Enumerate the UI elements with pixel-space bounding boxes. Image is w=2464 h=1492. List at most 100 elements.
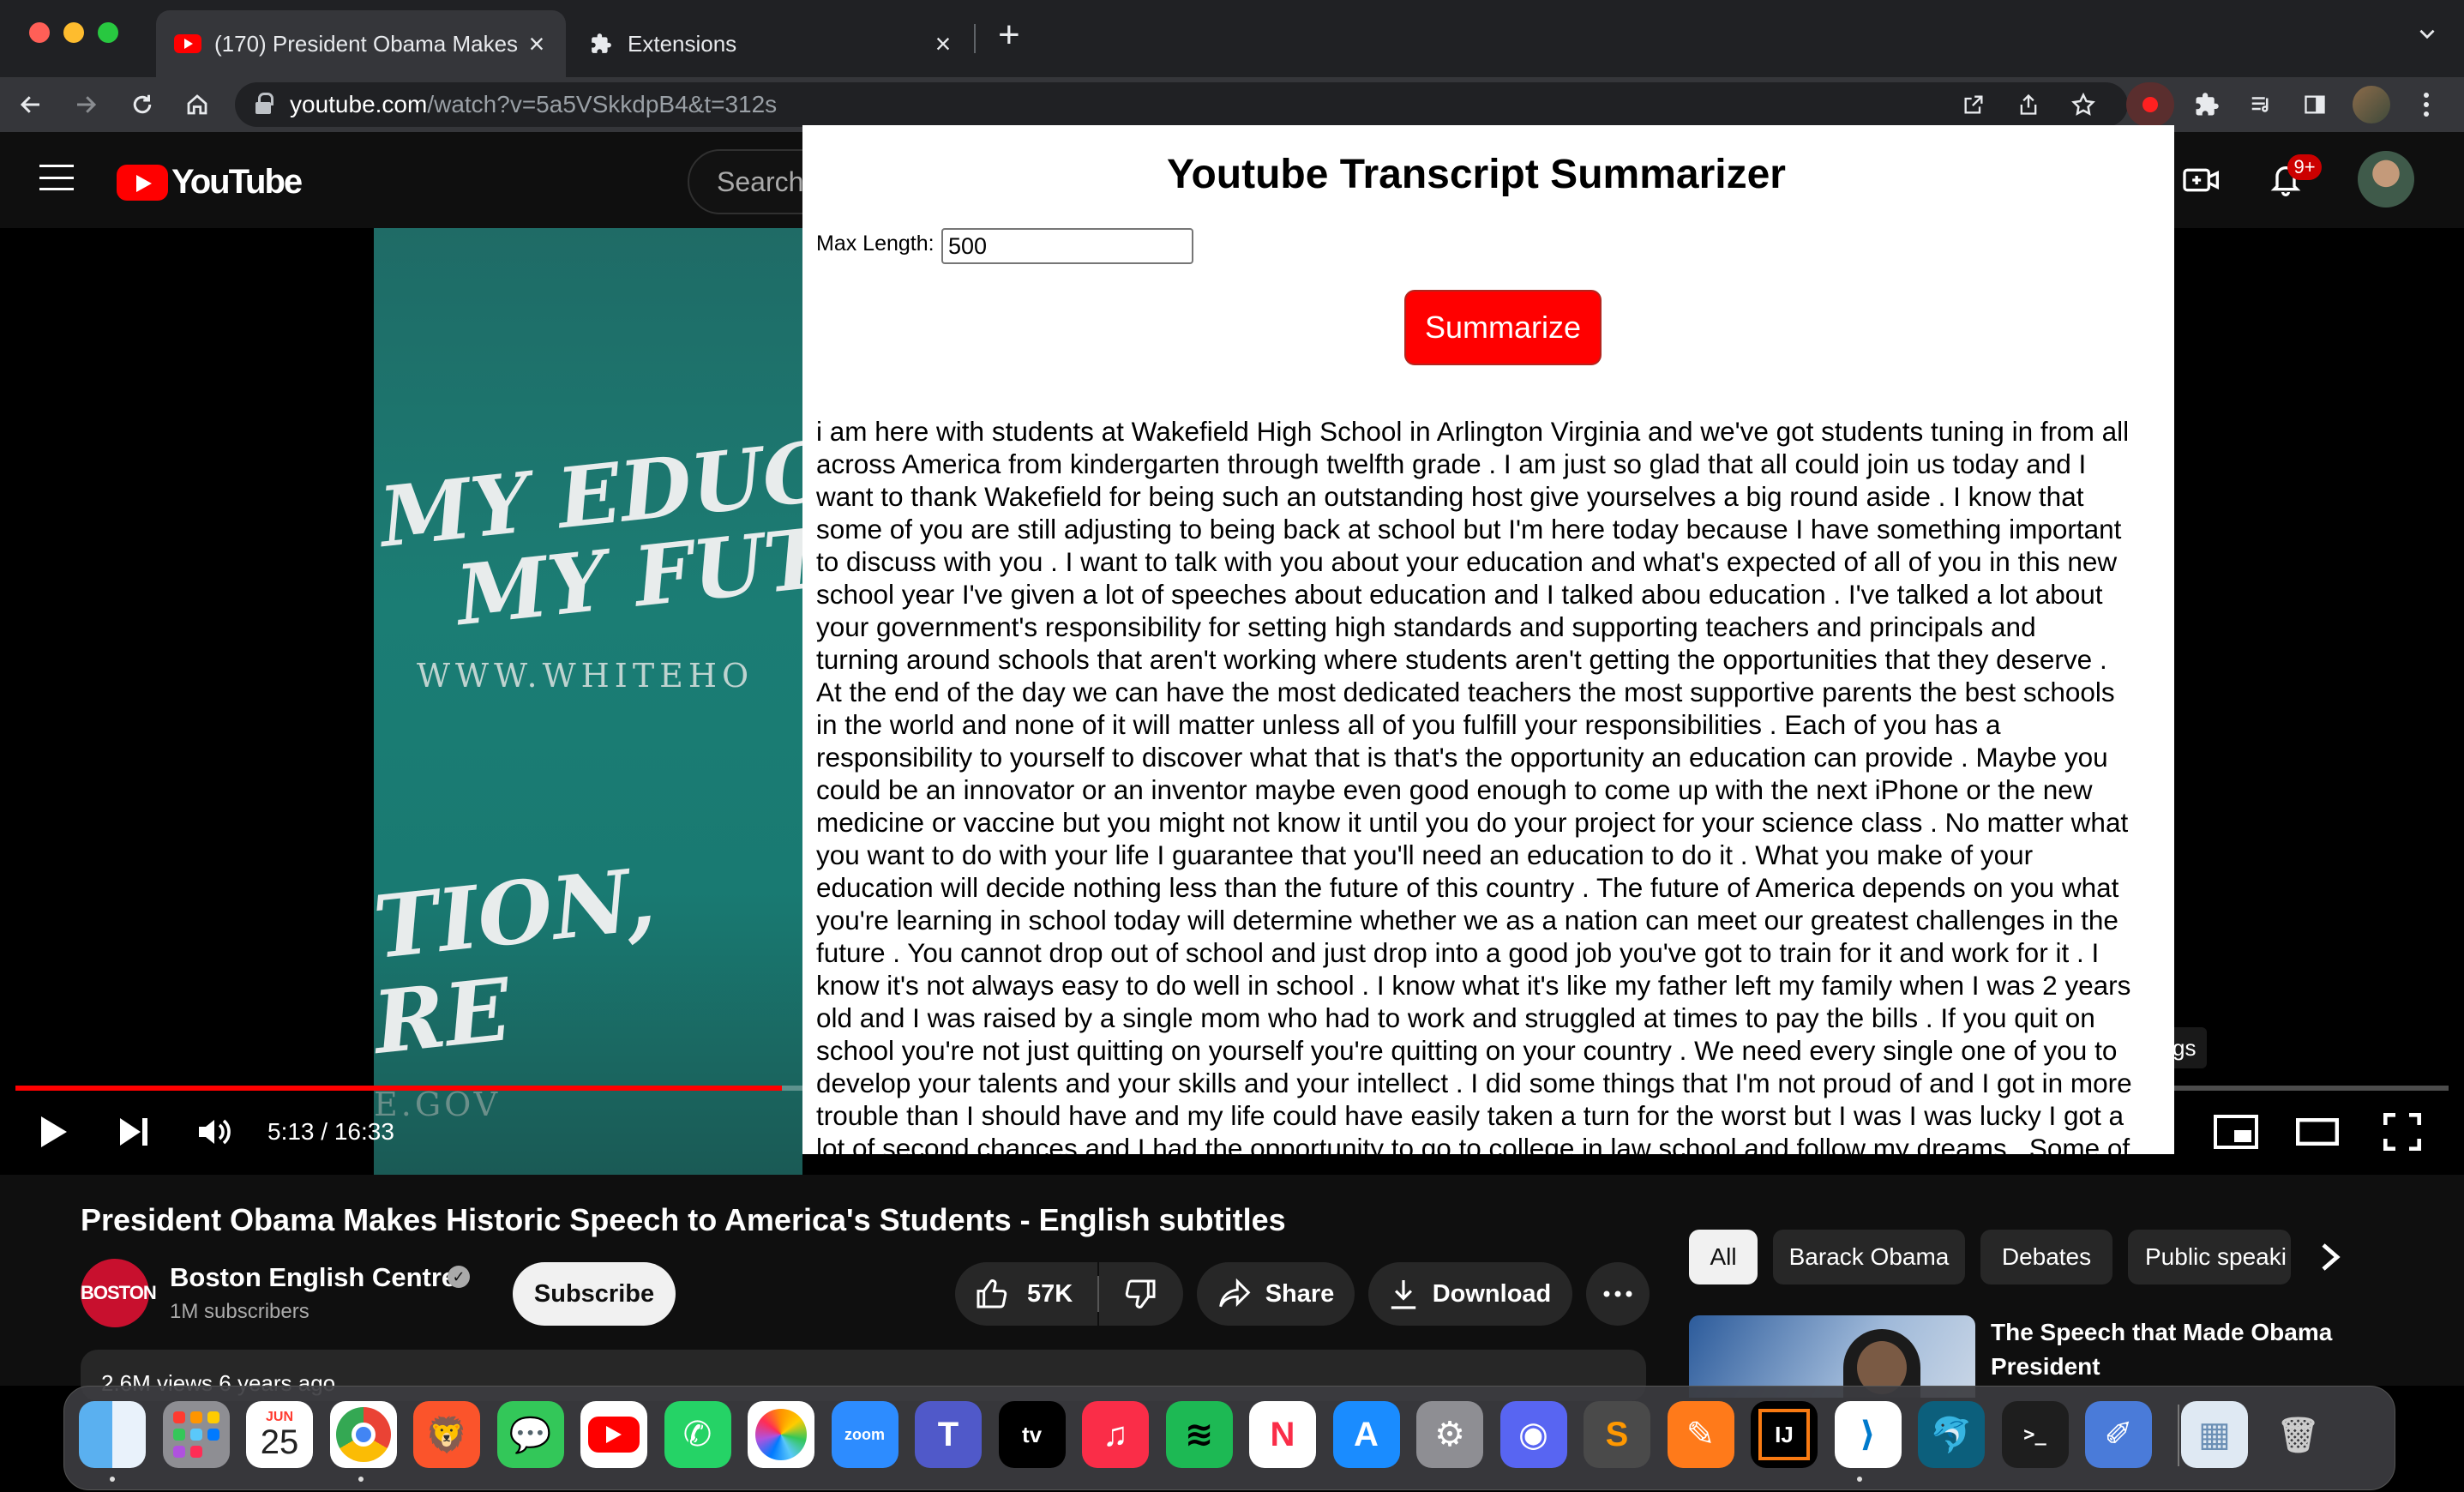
play-icon[interactable] — [38, 1115, 69, 1153]
open-in-app-icon[interactable] — [1948, 77, 1999, 132]
chip-public-speaking[interactable]: Public speaki — [2128, 1230, 2291, 1284]
share-icon[interactable] — [2003, 77, 2054, 132]
messages-icon[interactable]: 💬 — [496, 1401, 564, 1468]
sublime-icon[interactable]: S — [1584, 1401, 1650, 1468]
dislike-button[interactable] — [1099, 1262, 1183, 1326]
theater-mode-icon[interactable] — [2295, 1117, 2340, 1150]
terminal-icon[interactable]: >_ — [2001, 1401, 2069, 1468]
minimize-window-icon[interactable] — [63, 22, 84, 43]
side-panel-icon[interactable] — [2289, 77, 2341, 132]
download-label: Download — [1432, 1279, 1552, 1308]
trash-icon[interactable]: 🗑 — [2265, 1401, 2332, 1468]
photos-icon[interactable] — [748, 1401, 814, 1468]
youtube-logo[interactable]: YouTube — [117, 163, 303, 202]
preview-icon[interactable]: ▦ — [2181, 1401, 2248, 1468]
transcript-line: across America from kindergarten through… — [816, 448, 2087, 479]
transcript-line: develop your talents and your skills and… — [816, 1068, 2132, 1098]
chip-debates[interactable]: Debates — [1980, 1230, 2112, 1284]
tab-search-chevron-icon[interactable] — [2416, 22, 2438, 49]
chip-barack-obama[interactable]: Barack Obama — [1773, 1230, 1965, 1284]
fullscreen-icon[interactable] — [2383, 1112, 2422, 1155]
xcode-tools-icon[interactable]: ✐ — [2085, 1401, 2152, 1468]
profile-avatar[interactable] — [2353, 86, 2390, 123]
music-icon[interactable]: ♫ — [1082, 1401, 1149, 1468]
zoom-label: zoom — [844, 1425, 885, 1443]
summarize-button[interactable]: Summarize — [1404, 290, 1602, 365]
youtube-icon[interactable] — [580, 1401, 647, 1468]
pencil-icon[interactable]: ✎ — [1667, 1401, 1734, 1468]
create-video-icon[interactable] — [2183, 163, 2221, 202]
channel-name[interactable]: Boston English Centre — [170, 1262, 456, 1293]
reload-icon[interactable] — [117, 77, 168, 132]
subscribe-button[interactable]: Subscribe — [513, 1262, 676, 1326]
chip-all[interactable]: All — [1689, 1230, 1758, 1284]
chrome-menu-icon[interactable] — [2401, 77, 2452, 132]
channel-avatar[interactable]: BOSTON — [81, 1259, 157, 1327]
like-button[interactable]: 57K — [955, 1262, 1097, 1326]
youtube-play-logo-icon — [117, 164, 168, 201]
appstore-icon[interactable]: A — [1332, 1401, 1400, 1468]
new-tab-button[interactable]: + — [998, 14, 1020, 57]
address-bar[interactable]: youtube.com/watch?v=5a5VSkkdpB4&t=312s — [235, 82, 2128, 127]
next-video-icon[interactable] — [118, 1116, 151, 1152]
maximize-window-icon[interactable] — [98, 22, 118, 43]
transcript-line: could be an innovator or an inventor may… — [816, 774, 2093, 805]
youtube-wordmark: YouTube — [171, 163, 303, 201]
chalk-url-text: WWW.WHITEHO — [417, 657, 754, 695]
mysql-icon[interactable]: 🐬 — [1918, 1401, 1985, 1468]
launchpad-icon[interactable] — [162, 1401, 230, 1468]
transcript-text: i am here with students at Wakefield Hig… — [816, 415, 2174, 1154]
zoom-icon[interactable]: zoom — [831, 1401, 898, 1468]
extensions-puzzle-icon[interactable] — [2181, 77, 2233, 132]
finder-icon[interactable] — [79, 1401, 146, 1468]
close-window-icon[interactable] — [29, 22, 50, 43]
subscriber-count: 1M subscribers — [170, 1300, 310, 1323]
video-progress-played — [15, 1086, 782, 1091]
url-path: /watch?v=5a5VSkkdpB4&t=312s — [427, 91, 778, 117]
tab-extensions[interactable]: Extensions × — [569, 10, 972, 77]
user-avatar[interactable] — [2358, 151, 2414, 208]
verified-check-icon: ✓ — [448, 1266, 470, 1288]
max-length-label: Max Length: — [816, 232, 935, 256]
transcript-line: lot of second chances and I had the oppo… — [816, 1133, 2130, 1154]
close-tab-icon[interactable]: × — [525, 28, 549, 60]
close-tab-icon[interactable]: × — [931, 28, 955, 60]
settings-icon[interactable]: ⚙ — [1416, 1401, 1483, 1468]
whatsapp-icon[interactable]: ✆ — [664, 1401, 731, 1468]
brave-icon[interactable]: 🦁 — [413, 1401, 480, 1468]
summarizer-extension-icon[interactable] — [2126, 82, 2174, 127]
chips-next-chevron-icon[interactable] — [2320, 1242, 2342, 1277]
tab-youtube[interactable]: (170) President Obama Makes Historic Spe… — [156, 10, 566, 77]
calendar-icon[interactable]: JUN 25 — [246, 1401, 313, 1468]
more-actions-icon[interactable] — [1586, 1262, 1650, 1326]
transcript-line: you want to do with your life I guarante… — [816, 839, 2034, 870]
share-button[interactable]: Share — [1197, 1262, 1355, 1326]
spotify-icon[interactable]: ≋ — [1165, 1401, 1233, 1468]
url-host: youtube.com — [290, 91, 428, 117]
dock-separator — [2178, 1405, 2179, 1466]
volume-icon[interactable] — [197, 1116, 233, 1152]
transcript-line: want to thank Wakefield for being such a… — [816, 481, 2084, 512]
browser-toolbar: youtube.com/watch?v=5a5VSkkdpB4&t=312s — [0, 77, 2464, 132]
hamburger-menu-icon[interactable] — [39, 165, 74, 190]
discord-icon[interactable]: ◉ — [1499, 1401, 1567, 1468]
recommended-title[interactable]: The Speech that Made Obama President — [1991, 1315, 2368, 1384]
download-icon — [1390, 1278, 1417, 1309]
news-icon[interactable]: N — [1249, 1401, 1316, 1468]
intellij-icon[interactable]: IJ — [1751, 1401, 1818, 1468]
download-button[interactable]: Download — [1368, 1262, 1572, 1326]
transcript-line: to discuss with you . I want to talk wit… — [816, 546, 2118, 577]
bookmark-star-icon[interactable] — [2058, 77, 2109, 132]
appletv-icon[interactable]: tv — [998, 1401, 1066, 1468]
chrome-icon[interactable] — [329, 1401, 397, 1468]
back-arrow-icon[interactable] — [5, 77, 57, 132]
transcript-line: old and I was raised by a single mom who… — [816, 1002, 2095, 1033]
vscode-icon[interactable]: ⟩ — [1834, 1401, 1902, 1468]
max-length-input[interactable] — [941, 228, 1193, 264]
popup-title: Youtube Transcript Summarizer — [1167, 152, 1786, 197]
home-icon[interactable] — [171, 77, 223, 132]
forward-arrow-icon[interactable] — [60, 77, 111, 132]
media-queue-icon[interactable] — [2236, 77, 2287, 132]
miniplayer-icon[interactable] — [2214, 1115, 2258, 1153]
teams-icon[interactable]: T — [915, 1401, 982, 1468]
